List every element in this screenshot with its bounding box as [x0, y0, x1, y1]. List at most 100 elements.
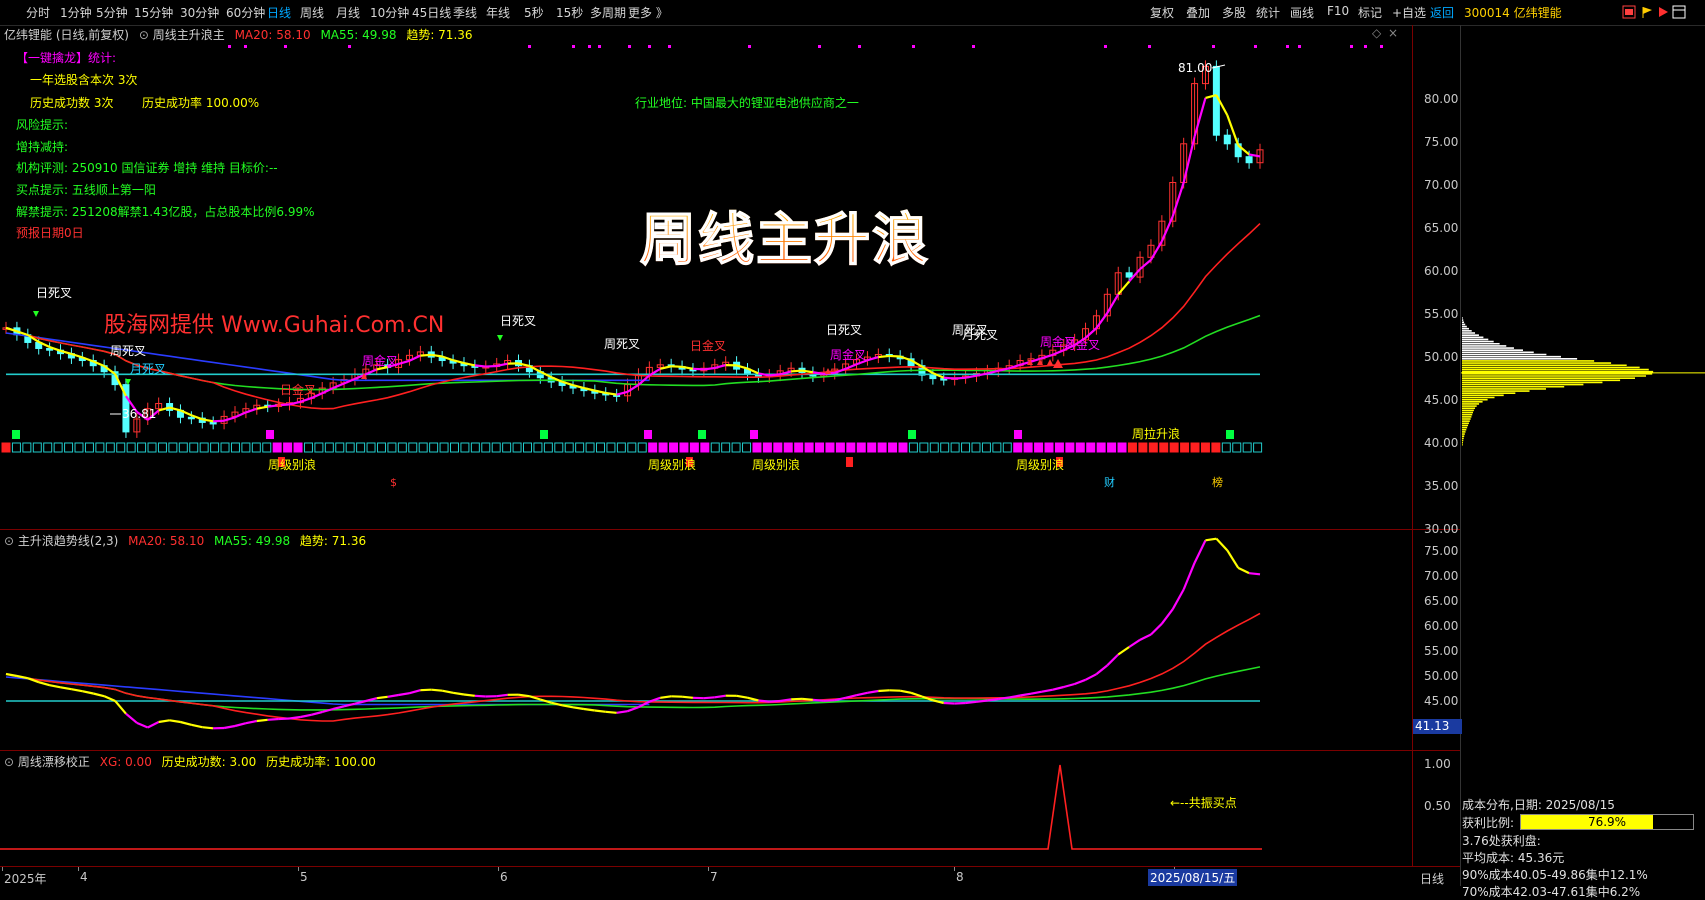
cost-title: 成本分布,日期: 2025/08/15 [1462, 796, 1615, 813]
price-tick: 65.00 [1424, 221, 1458, 235]
window-icon[interactable] [1622, 5, 1636, 19]
price-tick: 50.00 [1424, 350, 1458, 364]
signal-annotation: 日金叉 [690, 338, 726, 353]
trend-line-segment [1249, 154, 1260, 156]
period-tab[interactable]: 1分钟 [60, 4, 92, 21]
period-tab[interactable]: 更多 》 [628, 4, 668, 21]
mid-trend-segment [93, 694, 104, 697]
signal-dot [1298, 45, 1301, 48]
bottom-panel-header: ⊙ 周线漂移校正 XG: 0.00 历史成功数: 3.00 历史成功率: 100… [4, 753, 376, 770]
mid-trend-segment [595, 711, 606, 712]
xg-signal-line [0, 765, 1262, 849]
period-tab[interactable]: 周线 [300, 4, 324, 21]
play-icon[interactable] [1656, 5, 1670, 19]
period-tab[interactable]: 5分钟 [96, 4, 128, 21]
signal-square [1087, 443, 1095, 452]
signal-square [555, 443, 563, 452]
xg-value: XG: 0.00 [100, 755, 152, 769]
date-label: 6 [500, 870, 508, 884]
mid-trend-segment [987, 699, 998, 701]
date-label: 2025年 [4, 870, 47, 887]
mid-indicator-name[interactable]: 主升浪趋势线(2,3) [18, 534, 118, 548]
signal-square [836, 443, 844, 452]
trend-line-segment [1162, 216, 1173, 241]
signal-square [1181, 443, 1189, 452]
close-icon[interactable]: × [1388, 26, 1398, 40]
period-tab[interactable]: 日线 [267, 4, 291, 21]
signal-square-green [540, 430, 548, 439]
success-count: 历史成功数: 3.00 [162, 755, 257, 769]
gear-icon[interactable]: ⊙ [4, 534, 14, 548]
signal-dot [348, 45, 351, 48]
period-tab[interactable]: 多周期 [590, 4, 626, 21]
bottom-indicator-name[interactable]: 周线漂移校正 [18, 755, 90, 769]
period-tab[interactable]: 30分钟 [180, 4, 219, 21]
layout-icon[interactable] [1672, 5, 1686, 19]
signal-square [482, 443, 490, 452]
period-label[interactable]: 日线 [1420, 870, 1444, 887]
period-tab[interactable]: 年线 [486, 4, 510, 21]
signal-square [367, 443, 375, 452]
signal-square [54, 443, 62, 452]
signal-square [252, 443, 260, 452]
signal-square [461, 443, 469, 452]
mid-trend-segment [1227, 550, 1238, 568]
mid-trend-segment [420, 690, 431, 691]
flag-icon[interactable] [1640, 5, 1654, 19]
signal-annotation: 月死叉 [962, 328, 998, 342]
indicator-name[interactable]: 周线主升浪主 [153, 28, 225, 42]
signal-square [628, 443, 636, 452]
period-tab[interactable]: 60分钟 [226, 4, 265, 21]
signal-square [1108, 443, 1116, 452]
toolbar-button[interactable]: +自选 [1392, 4, 1426, 21]
mid-tick: 75.00 [1424, 544, 1458, 558]
mid-trend-segment [1096, 665, 1107, 674]
period-tab[interactable]: 15分钟 [134, 4, 173, 21]
mid-trend-segment [202, 727, 213, 728]
trend-line-segment [246, 409, 257, 413]
cursor-date: 2025/08/15/五 [1148, 869, 1237, 886]
diamond-icon[interactable]: ◇ [1372, 26, 1381, 40]
signal-square [972, 443, 980, 452]
gear-icon[interactable]: ⊙ [139, 28, 149, 42]
period-tab[interactable]: 10分钟 [370, 4, 409, 21]
trend-line-segment [1086, 328, 1097, 338]
buy-triangle-icon [1053, 359, 1063, 368]
signal-square [1201, 443, 1209, 452]
toolbar-button[interactable]: 画线 [1290, 4, 1314, 21]
trend-line-chart[interactable] [0, 530, 1412, 750]
mid-trend-segment [1184, 563, 1195, 590]
toolbar-button[interactable]: 标记 [1358, 4, 1382, 21]
signal-square [920, 443, 928, 452]
toolbar-button[interactable]: 返回 [1430, 4, 1454, 21]
wave-label: 周级别浪 [648, 457, 696, 472]
signal-square [1170, 443, 1178, 452]
signal-square [2, 443, 10, 452]
signal-dot [228, 45, 231, 48]
chart-area[interactable]: 日死叉周死叉月死叉日金叉周金叉日死叉周死叉日金叉日死叉周金叉周死叉月死叉周金叉月… [0, 25, 1705, 886]
trend-line-segment [955, 378, 966, 379]
period-tab[interactable]: 分时 [26, 4, 50, 21]
toolbar-button[interactable]: 多股 [1222, 4, 1246, 21]
toolbar-button[interactable]: 叠加 [1186, 4, 1210, 21]
mid-trend-segment [835, 698, 846, 700]
toolbar-button[interactable]: F10 [1327, 4, 1349, 18]
period-tab[interactable]: 15秒 [556, 4, 583, 21]
mid-trend-segment [966, 702, 977, 703]
toolbar-button[interactable]: 复权 [1150, 4, 1174, 21]
signal-square [909, 443, 917, 452]
mid-trend-segment [104, 696, 115, 701]
toolbar-button[interactable]: 统计 [1256, 4, 1280, 21]
signal-square [659, 443, 667, 452]
period-tab[interactable]: 季线 [453, 4, 477, 21]
signal-annotation: 日死叉 [826, 323, 862, 337]
period-tab[interactable]: 5秒 [524, 4, 544, 21]
period-tab[interactable]: 月线 [336, 4, 360, 21]
candle [930, 375, 936, 378]
period-tab[interactable]: 45日线 [412, 4, 451, 21]
stock-code-name[interactable]: 300014 亿纬锂能 [1464, 4, 1562, 21]
date-label: 7 [710, 870, 718, 884]
mid-trend-segment [170, 720, 181, 722]
gear-icon[interactable]: ⊙ [4, 755, 14, 769]
signal-square [586, 443, 594, 452]
